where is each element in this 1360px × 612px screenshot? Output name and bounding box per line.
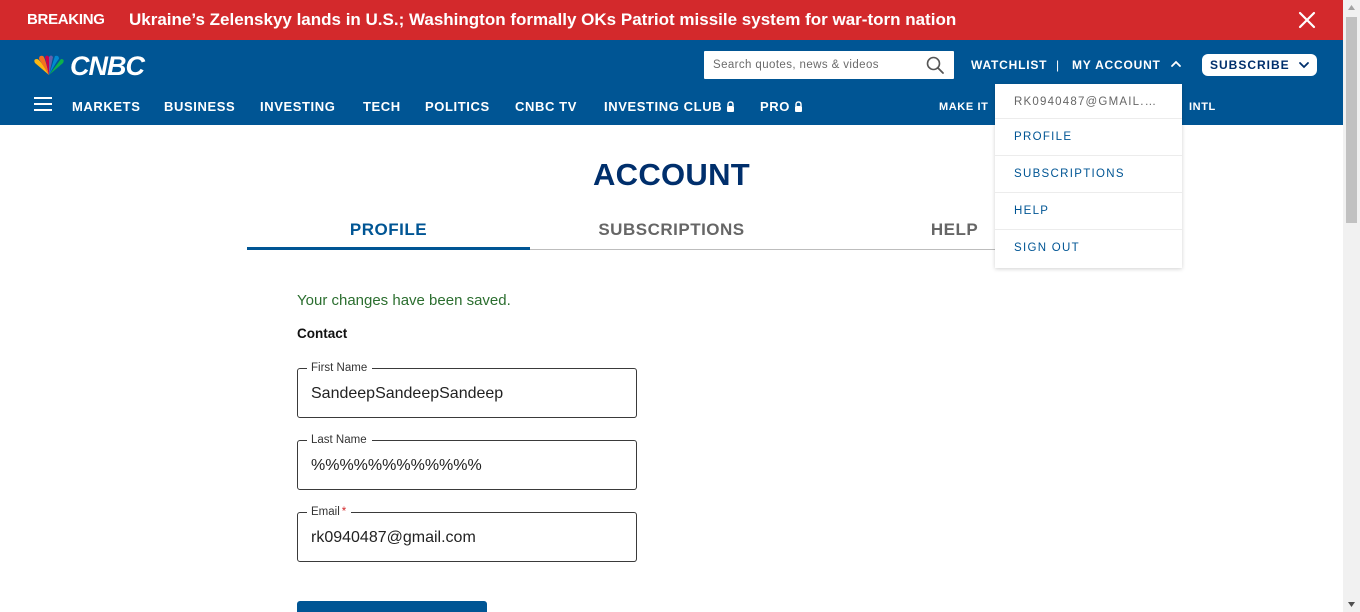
- page-scrollbar[interactable]: [1343, 0, 1360, 612]
- first-name-input[interactable]: [311, 383, 621, 405]
- active-tab-indicator: [247, 247, 530, 250]
- close-icon[interactable]: [1296, 9, 1318, 31]
- menu-item-help[interactable]: HELP: [995, 193, 1182, 230]
- chevron-up-icon[interactable]: [1170, 58, 1182, 70]
- nav-politics[interactable]: POLITICS: [425, 99, 490, 114]
- tab-subscriptions[interactable]: SUBSCRIPTIONS: [530, 220, 813, 240]
- watchlist-link[interactable]: WATCHLIST: [971, 58, 1047, 72]
- search-input[interactable]: [704, 51, 919, 79]
- page: BREAKING Ukraine’s Zelenskyy lands in U.…: [0, 0, 1343, 612]
- contact-section-label: Contact: [297, 326, 348, 341]
- nav-markets[interactable]: MARKETS: [72, 99, 140, 114]
- required-mark: *: [341, 506, 347, 518]
- nav-pro[interactable]: PRO: [760, 99, 803, 114]
- my-account-link[interactable]: MY ACCOUNT: [1072, 58, 1161, 72]
- account-dropdown-menu: RK0940487@GMAIL.COM PROFILE SUBSCRIPTION…: [995, 84, 1182, 268]
- nav-business[interactable]: BUSINESS: [164, 99, 235, 114]
- peacock-logo-icon: [34, 55, 64, 75]
- nav-cnbc-tv[interactable]: CNBC TV: [515, 99, 577, 114]
- hamburger-icon[interactable]: [34, 97, 52, 113]
- breaking-headline[interactable]: Ukraine’s Zelenskyy lands in U.S.; Washi…: [129, 10, 956, 30]
- account-email: RK0940487@GMAIL.COM: [995, 84, 1182, 119]
- lock-icon: [794, 101, 802, 112]
- nav-intl[interactable]: INTL: [1189, 101, 1216, 113]
- first-name-label: First Name: [307, 361, 373, 375]
- save-button[interactable]: [297, 601, 487, 612]
- nav-investing[interactable]: INVESTING: [260, 99, 335, 114]
- lock-icon: [727, 101, 735, 112]
- header-separator: |: [1056, 58, 1060, 72]
- email-label: Email: [311, 506, 340, 518]
- cnbc-logo[interactable]: CNBC: [31, 50, 145, 81]
- nav-pro-label: PRO: [760, 99, 790, 114]
- search-box: [704, 51, 954, 79]
- last-name-field: Last Name: [297, 433, 637, 490]
- chevron-down-icon: [1299, 62, 1309, 69]
- search-icon[interactable]: [925, 55, 945, 75]
- email-field: Email *: [297, 505, 637, 562]
- menu-item-subscriptions[interactable]: SUBSCRIPTIONS: [995, 156, 1182, 193]
- first-name-field: First Name: [297, 361, 637, 418]
- scrollbar-thumb[interactable]: [1346, 17, 1357, 223]
- scroll-up-arrow-icon[interactable]: [1347, 4, 1356, 12]
- nav-make-it[interactable]: MAKE IT: [939, 101, 988, 113]
- email-label-wrap: Email *: [307, 505, 352, 519]
- menu-item-sign-out[interactable]: SIGN OUT: [995, 230, 1182, 267]
- nav-investing-club[interactable]: INVESTING CLUB: [604, 99, 735, 114]
- last-name-input[interactable]: [311, 455, 621, 477]
- tab-profile[interactable]: PROFILE: [247, 220, 530, 240]
- menu-item-profile[interactable]: PROFILE: [995, 119, 1182, 156]
- breaking-tag: BREAKING: [27, 11, 105, 28]
- scroll-down-arrow-icon[interactable]: [1347, 600, 1356, 608]
- saved-message: Your changes have been saved.: [297, 292, 511, 309]
- breaking-news-banner: BREAKING Ukraine’s Zelenskyy lands in U.…: [0, 0, 1343, 40]
- subscribe-label: SUBSCRIBE: [1210, 58, 1290, 72]
- last-name-label: Last Name: [307, 433, 372, 447]
- nav-tech[interactable]: TECH: [363, 99, 401, 114]
- email-input[interactable]: [311, 527, 621, 549]
- nav-investing-club-label: INVESTING CLUB: [604, 99, 723, 114]
- logo-wordmark: CNBC: [70, 50, 145, 81]
- subscribe-button[interactable]: SUBSCRIBE: [1202, 54, 1317, 76]
